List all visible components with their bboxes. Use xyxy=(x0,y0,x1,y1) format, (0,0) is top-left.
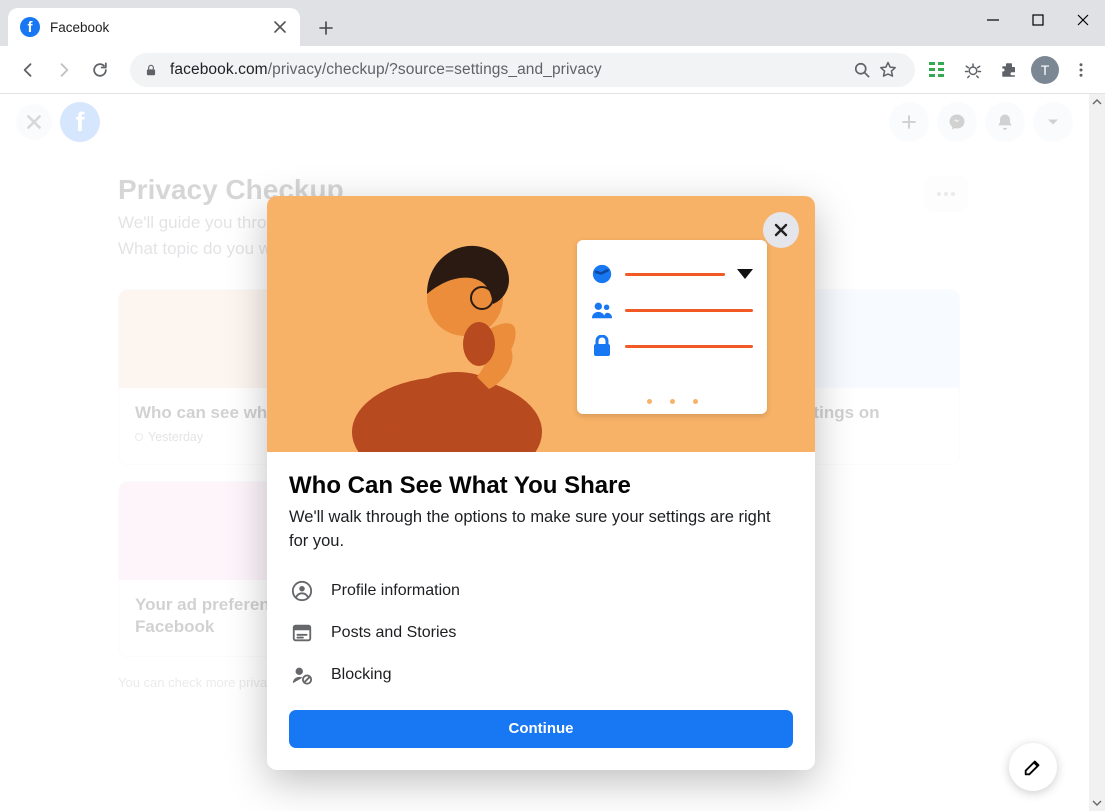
window-controls xyxy=(970,0,1105,40)
browser-toolbar: facebook.com/privacy/checkup/?source=set… xyxy=(0,46,1105,94)
url-text: facebook.com/privacy/checkup/?source=set… xyxy=(170,61,602,79)
dropdown-caret-icon xyxy=(737,269,753,279)
browser-tabstrip: f Facebook xyxy=(0,0,1105,46)
browser-tab[interactable]: f Facebook xyxy=(8,8,300,46)
extension-grid-icon[interactable] xyxy=(923,56,951,84)
privacy-modal: Who Can See What You Share We'll walk th… xyxy=(267,196,815,770)
new-tab-button[interactable] xyxy=(312,14,340,42)
window-close-button[interactable] xyxy=(1060,0,1105,40)
extension-icons: T xyxy=(923,56,1095,84)
lock-icon xyxy=(591,335,613,357)
window-maximize-button[interactable] xyxy=(1015,0,1060,40)
modal-item-blocking: Blocking xyxy=(289,654,793,696)
address-bar[interactable]: facebook.com/privacy/checkup/?source=set… xyxy=(130,53,915,87)
compose-fab[interactable] xyxy=(1009,743,1057,791)
modal-item-label: Posts and Stories xyxy=(331,624,456,642)
bookmark-star-icon[interactable] xyxy=(875,57,901,83)
lock-icon xyxy=(144,63,158,77)
modal-hero xyxy=(267,196,815,452)
facebook-favicon: f xyxy=(20,17,40,37)
extension-bug-icon[interactable] xyxy=(959,56,987,84)
zoom-icon[interactable] xyxy=(849,57,875,83)
blocking-icon xyxy=(289,662,315,688)
modal-item-profile: Profile information xyxy=(289,570,793,612)
modal-title: Who Can See What You Share xyxy=(289,472,793,500)
modal-item-posts: Posts and Stories xyxy=(289,612,793,654)
continue-button[interactable]: Continue xyxy=(289,710,793,748)
extensions-puzzle-icon[interactable] xyxy=(995,56,1023,84)
profile-avatar[interactable]: T xyxy=(1031,56,1059,84)
public-icon xyxy=(591,263,613,285)
posts-icon xyxy=(289,620,315,646)
vertical-scrollbar[interactable] xyxy=(1089,94,1105,811)
profile-icon xyxy=(289,578,315,604)
forward-button[interactable] xyxy=(46,52,82,88)
modal-close-button[interactable] xyxy=(763,212,799,248)
friends-icon xyxy=(591,299,613,321)
modal-description: We'll walk through the options to make s… xyxy=(289,506,793,554)
browser-menu-button[interactable] xyxy=(1067,56,1095,84)
scroll-down-icon[interactable] xyxy=(1089,795,1105,811)
scroll-up-icon[interactable] xyxy=(1089,94,1105,110)
back-button[interactable] xyxy=(10,52,46,88)
settings-illustration-panel xyxy=(577,240,767,414)
person-illustration xyxy=(327,202,587,452)
reload-button[interactable] xyxy=(82,52,118,88)
modal-item-label: Profile information xyxy=(331,582,460,600)
window-minimize-button[interactable] xyxy=(970,0,1015,40)
modal-item-label: Blocking xyxy=(331,666,391,684)
tab-title: Facebook xyxy=(50,20,272,35)
tab-close-icon[interactable] xyxy=(272,19,288,35)
